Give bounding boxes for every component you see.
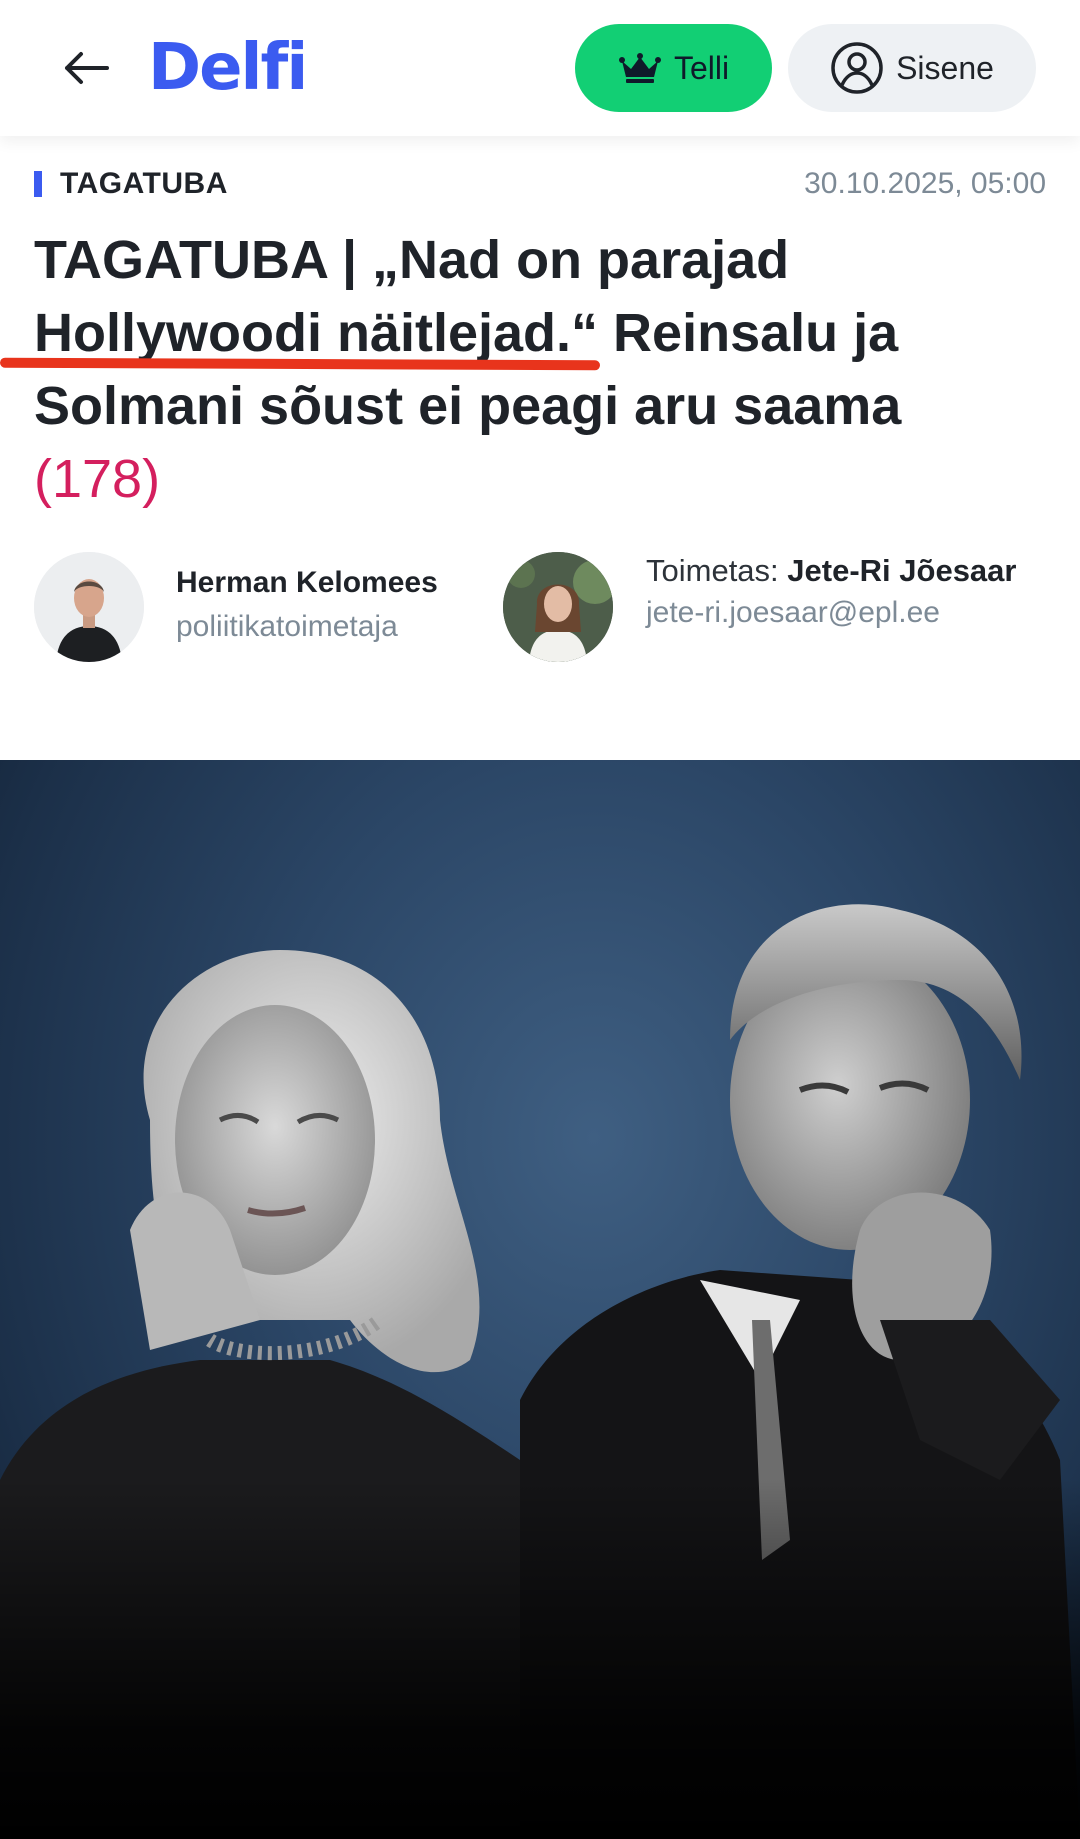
editor-name[interactable]: Jete-Ri Jõesaar	[787, 553, 1016, 588]
user-circle-icon	[831, 42, 883, 94]
login-button[interactable]: Sisene	[788, 24, 1036, 112]
arrow-left-icon	[65, 52, 109, 84]
login-label: Sisene	[896, 49, 994, 86]
delfi-logo[interactable]: Delfi	[148, 30, 308, 106]
editor-info: Toimetas: Jete-Ri Jõesaar jete-ri.joesaa…	[646, 550, 1046, 634]
category-marker	[34, 171, 42, 197]
category-link[interactable]: TAGATUBA	[34, 167, 228, 201]
headline-part-1: TAGATUBA | „Nad on parajad	[34, 230, 790, 290]
author-role: poliitikatoimetaja	[176, 610, 398, 643]
comment-count-link[interactable]: (178)	[34, 449, 160, 509]
publish-timestamp: 30.10.2025, 05:00	[804, 167, 1046, 200]
article-meta-row: TAGATUBA 30.10.2025, 05:00	[34, 164, 1046, 204]
editor-avatar[interactable]	[503, 552, 613, 662]
back-button[interactable]	[56, 40, 116, 96]
crown-icon	[618, 53, 661, 83]
editor-portrait	[503, 552, 613, 662]
subscribe-button[interactable]: Telli	[575, 24, 772, 112]
headline-highlight: Hollywoodi näitlejad.	[34, 303, 572, 363]
editor-prefix: Toimetas:	[646, 553, 779, 588]
author-avatar[interactable]	[34, 552, 144, 662]
hero-image[interactable]	[0, 760, 1080, 1839]
editor-email[interactable]: jete-ri.joesaar@epl.ee	[646, 592, 1046, 634]
subscribe-label: Telli	[673, 49, 730, 86]
author-name[interactable]: Herman Kelomees	[176, 566, 438, 600]
top-navigation-bar: Delfi Telli Sisene	[0, 0, 1080, 136]
author-portrait	[34, 552, 144, 662]
category-label: TAGATUBA	[60, 167, 228, 200]
hero-bottom-fade	[0, 1479, 1080, 1839]
